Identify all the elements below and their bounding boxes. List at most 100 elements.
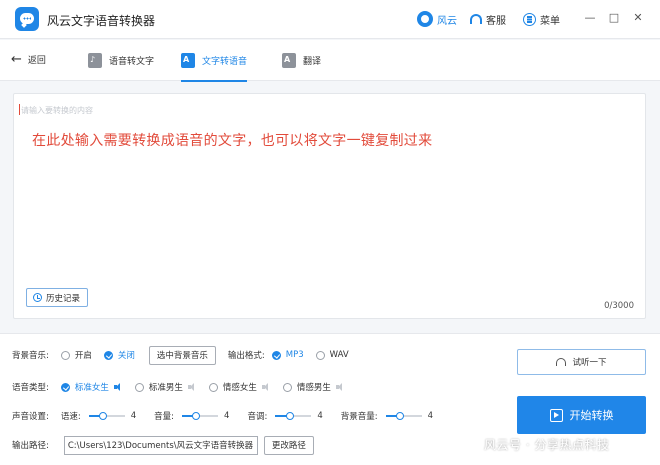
bgm-label: 背景音乐: xyxy=(12,351,49,361)
voice-emotional-male-radio[interactable]: 情感男生 xyxy=(282,381,344,393)
bg-volume-value: 4 xyxy=(427,411,434,421)
history-button[interactable]: 历史记录 xyxy=(26,288,89,307)
voice-type-row: 语音类型: 标准女生 标准男生 情感女生 情感男生 xyxy=(12,378,344,396)
format-wav-radio[interactable]: WAV xyxy=(315,350,349,360)
preview-button[interactable]: 试听一下 xyxy=(517,349,646,375)
bgm-row: 背景音乐: 开启 关闭 选中背景音乐 输出格式: MP3 WAV xyxy=(12,345,349,365)
change-path-button[interactable]: 更改路径 xyxy=(263,435,314,455)
sound-settings-label: 声音设置: xyxy=(12,412,49,422)
menu-button[interactable]: 菜单 xyxy=(523,10,560,28)
radio-checked-icon xyxy=(271,350,281,360)
back-button[interactable]: ← 返回 xyxy=(11,51,46,67)
slider-thumb[interactable] xyxy=(285,412,294,420)
voice-option-label: 标准男生 xyxy=(148,383,183,393)
output-path-row: 输出路径: C:\Users\123\Documents\风云文字语音转换器 更… xyxy=(12,435,314,455)
headset-icon xyxy=(470,14,482,24)
speed-value: 4 xyxy=(130,411,137,421)
radio-icon xyxy=(315,350,325,360)
input-hint-text: 在此处输入需要转换成语音的文字，也可以将文字一键复制过来 xyxy=(32,133,433,149)
format-mp3-radio[interactable]: MP3 xyxy=(271,350,304,360)
radio-icon xyxy=(208,382,218,392)
voice-option-label: 标准女生 xyxy=(74,383,109,393)
pitch-slider[interactable] xyxy=(275,412,312,420)
tab-label: 翻译 xyxy=(303,57,322,67)
fengyun-label: 风云 xyxy=(437,15,457,27)
radio-icon xyxy=(282,382,292,392)
speaker-icon[interactable] xyxy=(187,383,196,391)
output-path-label: 输出路径: xyxy=(12,441,49,451)
volume-slider[interactable] xyxy=(182,412,219,420)
radio-icon xyxy=(60,350,70,360)
character-counter: 0/3000 xyxy=(604,301,634,311)
slider-thumb[interactable] xyxy=(396,412,405,420)
tab-label: 文字转语音 xyxy=(202,57,248,67)
translate-icon: A xyxy=(282,53,296,68)
headphone-icon xyxy=(556,358,567,366)
maximize-button[interactable]: □ xyxy=(608,12,620,24)
format-wav-label: WAV xyxy=(329,350,349,360)
radio-icon xyxy=(134,382,144,392)
sound-settings-row: 声音设置: 语速: 4 音量: 4 音调: 4 背景音量: 4 xyxy=(12,407,433,425)
pitch-value: 4 xyxy=(317,411,323,421)
history-label: 历史记录 xyxy=(46,293,81,304)
tab-translate[interactable]: A 翻译 xyxy=(282,40,321,81)
speech-to-text-icon: ♪ xyxy=(88,53,102,68)
tab-speech-to-text[interactable]: ♪ 语音转文字 xyxy=(88,40,154,81)
back-arrow-icon: ← xyxy=(11,51,22,67)
minimize-button[interactable]: — xyxy=(584,12,596,24)
fengyun-icon xyxy=(417,11,433,27)
tab-label: 语音转文字 xyxy=(109,57,155,67)
volume-label: 音量: xyxy=(154,412,175,422)
bgm-off-radio[interactable]: 关闭 xyxy=(103,349,135,361)
tab-text-to-speech[interactable]: A 文字转语音 xyxy=(181,40,248,82)
format-label: 输出格式: xyxy=(227,351,265,361)
slider-thumb[interactable] xyxy=(99,412,108,420)
voice-standard-male-radio[interactable]: 标准男生 xyxy=(134,381,196,393)
radio-checked-icon xyxy=(103,350,113,360)
choose-bgm-button[interactable]: 选中背景音乐 xyxy=(148,345,216,365)
play-icon xyxy=(549,408,563,422)
nav-bar: ← 返回 ♪ 语音转文字 A 文字转语音 A 翻译 xyxy=(0,40,660,82)
text-input-area[interactable]: 请输入要转换的内容 在此处输入需要转换成语音的文字，也可以将文字一键复制过来 历… xyxy=(13,93,646,319)
menu-icon xyxy=(523,12,536,26)
title-bar: 风云文字语音转换器 风云 客服 菜单 — □ ✕ xyxy=(0,0,660,39)
menu-label: 菜单 xyxy=(540,15,560,27)
speaker-icon[interactable] xyxy=(113,383,122,391)
bgm-on-label: 开启 xyxy=(74,351,92,361)
pitch-label: 音调: xyxy=(247,412,268,422)
close-button[interactable]: ✕ xyxy=(632,12,644,24)
text-input-placeholder: 请输入要转换的内容 xyxy=(21,106,93,115)
format-mp3-label: MP3 xyxy=(285,350,304,360)
output-path-field[interactable]: C:\Users\123\Documents\风云文字语音转换器 xyxy=(63,435,258,455)
customer-service-button[interactable]: 客服 xyxy=(470,10,506,28)
customer-service-label: 客服 xyxy=(486,15,506,27)
app-title: 风云文字语音转换器 xyxy=(47,14,156,28)
speed-slider[interactable] xyxy=(88,412,125,420)
voice-option-label: 情感男生 xyxy=(296,383,331,393)
voice-option-label: 情感女生 xyxy=(222,383,257,393)
app-logo-icon xyxy=(15,7,39,31)
speaker-icon[interactable] xyxy=(261,383,270,391)
preview-label: 试听一下 xyxy=(572,358,607,368)
bgm-on-radio[interactable]: 开启 xyxy=(60,349,92,361)
voice-standard-female-radio[interactable]: 标准女生 xyxy=(60,381,122,393)
bg-volume-label: 背景音量: xyxy=(340,412,378,422)
voice-emotional-female-radio[interactable]: 情感女生 xyxy=(208,381,270,393)
text-caret xyxy=(19,104,20,115)
bgm-off-label: 关闭 xyxy=(117,351,135,361)
voice-type-label: 语音类型: xyxy=(12,383,49,393)
text-to-speech-icon: A xyxy=(181,53,195,68)
bg-volume-slider[interactable] xyxy=(385,412,422,420)
app-window: 风云文字语音转换器 风云 客服 菜单 — □ ✕ ← 返回 ♪ 语音转文字 A … xyxy=(0,0,660,465)
speed-label: 语速: xyxy=(60,412,81,422)
speaker-icon[interactable] xyxy=(335,383,344,391)
volume-value: 4 xyxy=(224,411,230,421)
start-convert-label: 开始转换 xyxy=(569,409,614,422)
clock-icon xyxy=(33,293,42,302)
slider-thumb[interactable] xyxy=(192,412,201,420)
back-label: 返回 xyxy=(27,56,46,66)
fengyun-button[interactable]: 风云 xyxy=(417,10,457,28)
watermark-text: 风云号 · 分享热点科技 xyxy=(484,438,610,452)
start-convert-button[interactable]: 开始转换 xyxy=(517,396,646,434)
radio-checked-icon xyxy=(60,382,70,392)
